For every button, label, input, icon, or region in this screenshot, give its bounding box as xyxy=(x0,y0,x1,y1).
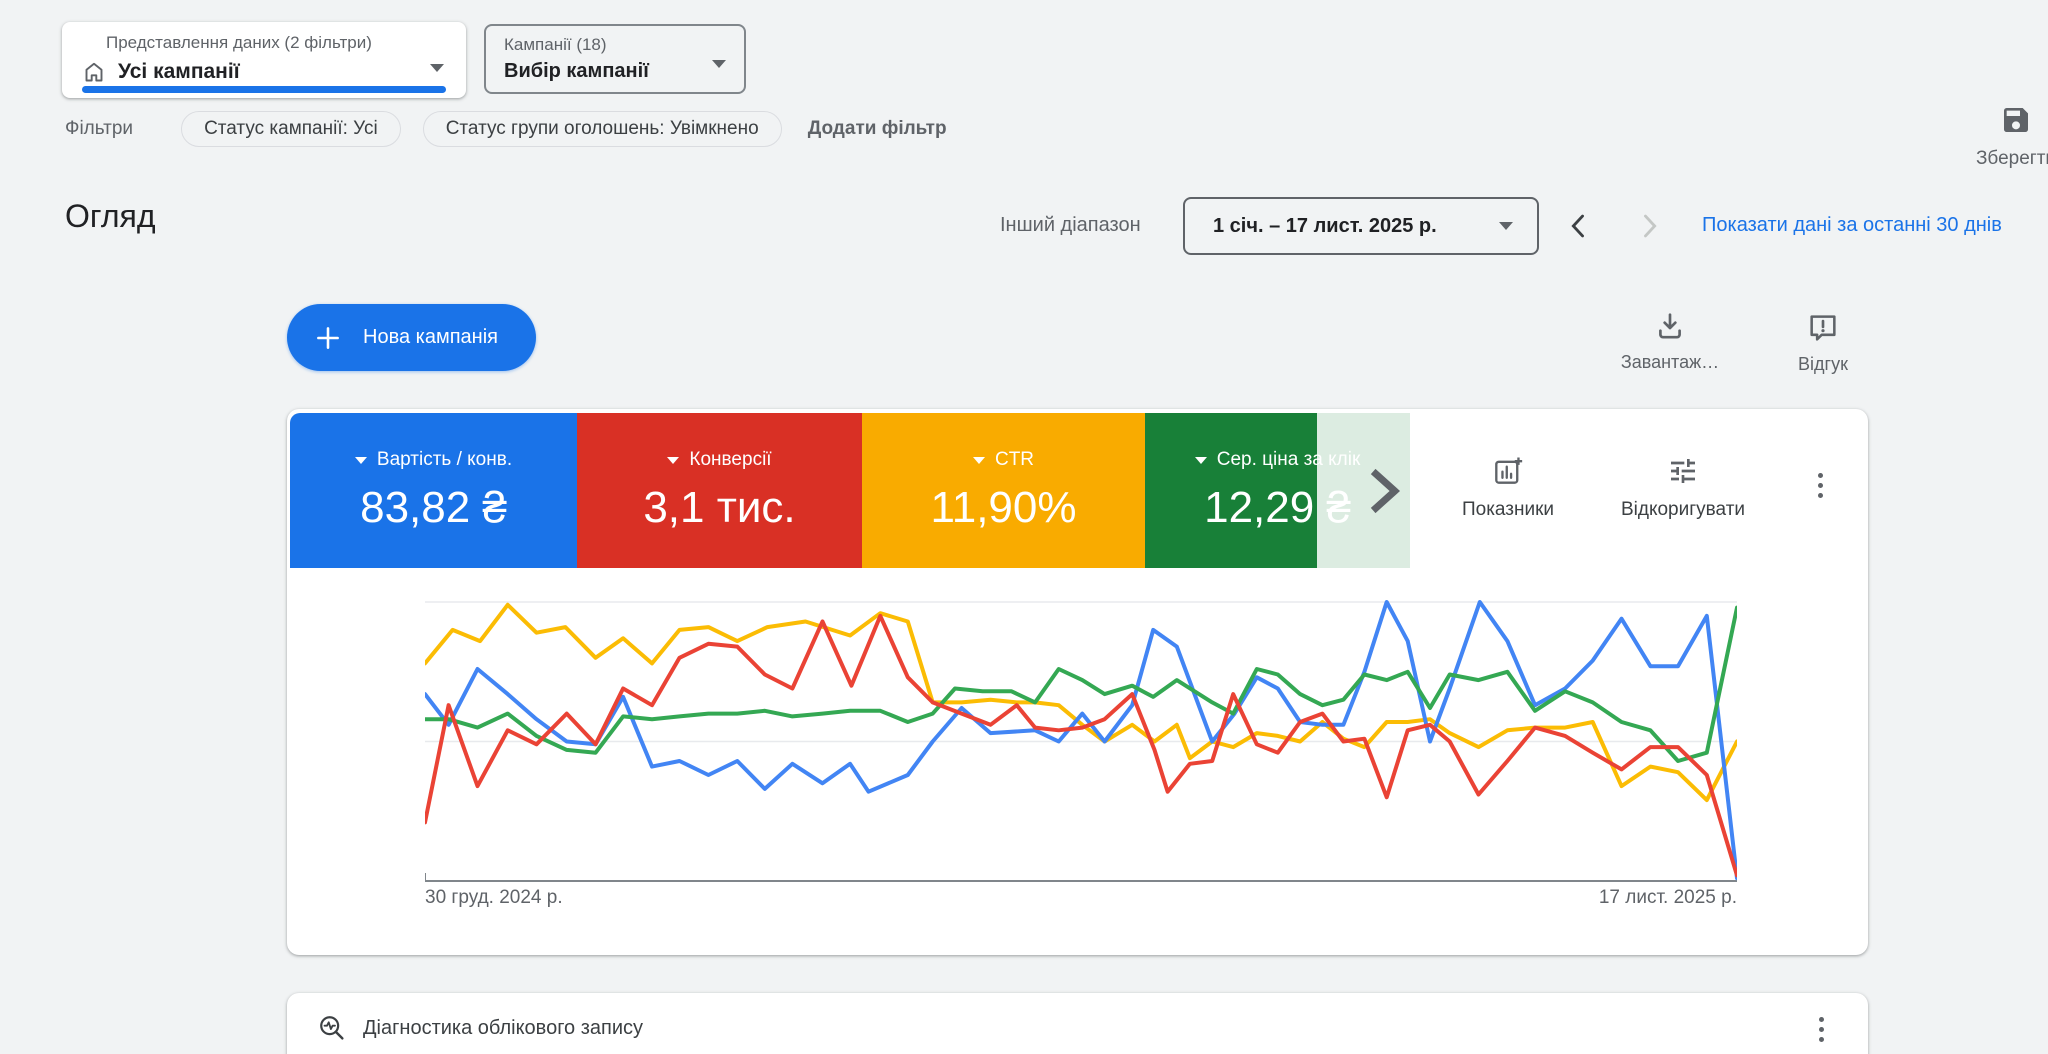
filter-chip-campaign-status[interactable]: Статус кампанії: Усі xyxy=(181,111,401,147)
scorecards-scroll-right-button[interactable] xyxy=(1317,413,1410,568)
feedback-icon xyxy=(1807,312,1839,344)
x-axis-end-label: 17 лист. 2025 р. xyxy=(425,887,1737,909)
scorecard-label: Вартість / конв. xyxy=(377,449,512,471)
campaign-selector-label: Кампанії (18) xyxy=(504,35,607,55)
account-diagnostics-card[interactable]: Діагностика облікового запису xyxy=(287,993,1868,1054)
metrics-chart-icon xyxy=(1492,455,1524,487)
data-view-selector[interactable]: Представлення даних (2 фільтри) Усі камп… xyxy=(62,22,466,98)
diagnostics-search-icon xyxy=(317,1013,346,1042)
diagnostics-title: Діагностика облікового запису xyxy=(363,1017,643,1040)
data-view-value: Усі кампанії xyxy=(118,60,240,84)
new-campaign-button[interactable]: Нова кампанія xyxy=(287,304,536,371)
adjust-button[interactable]: Відкоригувати xyxy=(1593,455,1773,521)
scorecard-value: 83,82 ₴ xyxy=(290,483,577,533)
caret-down-icon xyxy=(667,457,679,464)
scorecard-label: Конверсії xyxy=(689,449,771,471)
scorecard-ctr[interactable]: CTR 11,90% xyxy=(862,413,1145,568)
overview-chart[interactable] xyxy=(425,592,1737,884)
save-icon xyxy=(2000,104,2032,136)
scorecard-value: 11,90% xyxy=(862,483,1145,533)
overview-metrics-card: Вартість / конв. 83,82 ₴ Конверсії 3,1 т… xyxy=(287,409,1868,955)
google-ads-overview-page: Представлення даних (2 фільтри) Усі камп… xyxy=(0,0,2048,1054)
metrics-button[interactable]: Показники xyxy=(1438,455,1578,521)
tune-icon xyxy=(1667,455,1699,487)
caret-down-icon xyxy=(973,457,985,464)
data-view-label: Представлення даних (2 фільтри) xyxy=(106,33,372,53)
download-icon xyxy=(1654,310,1686,342)
campaign-selector[interactable]: Кампанії (18) Вибір кампанії xyxy=(484,24,746,94)
add-filter-button[interactable]: Додати фільтр xyxy=(808,118,947,140)
download-button[interactable]: Завантаж… xyxy=(1612,310,1728,373)
save-label: Зберегти xyxy=(1976,148,2048,170)
chevron-right-icon xyxy=(1358,460,1410,522)
diagnostics-menu-button[interactable] xyxy=(1815,1013,1828,1046)
caret-down-icon xyxy=(1195,457,1207,464)
date-range-value: 1 січ. – 17 лист. 2025 р. xyxy=(1213,215,1499,238)
new-campaign-label: Нова кампанія xyxy=(363,326,498,349)
adjust-label: Відкоригувати xyxy=(1621,499,1745,521)
chevron-down-icon xyxy=(712,60,726,68)
caret-down-icon xyxy=(355,457,367,464)
scorecard-conversions[interactable]: Конверсії 3,1 тис. xyxy=(577,413,862,568)
metrics-label: Показники xyxy=(1462,499,1554,521)
campaign-selector-value: Вибір кампанії xyxy=(504,60,649,83)
download-label: Завантаж… xyxy=(1621,352,1719,373)
next-range-button[interactable] xyxy=(1632,208,1666,244)
scorecard-value: 3,1 тис. xyxy=(577,483,862,533)
card-menu-button[interactable] xyxy=(1814,469,1827,502)
feedback-label: Відгук xyxy=(1798,354,1848,375)
scorecard-cost-per-conversion[interactable]: Вартість / конв. 83,82 ₴ xyxy=(290,413,577,568)
chevron-down-icon xyxy=(1499,222,1513,230)
scorecard-label: CTR xyxy=(995,449,1034,471)
show-last-30-days-link[interactable]: Показати дані за останні 30 днів xyxy=(1702,214,2002,237)
other-range-label: Інший діапазон xyxy=(1000,214,1141,237)
date-range-picker[interactable]: 1 січ. – 17 лист. 2025 р. xyxy=(1183,197,1539,255)
filter-chip-adgroup-status[interactable]: Статус групи оголошень: Увімкнено xyxy=(423,111,782,147)
previous-range-button[interactable] xyxy=(1562,208,1596,244)
feedback-button[interactable]: Відгук xyxy=(1768,312,1878,375)
home-icon xyxy=(82,60,106,84)
save-button[interactable]: Зберегти xyxy=(1960,104,2048,170)
chevron-down-icon xyxy=(430,64,444,72)
filter-bar: Фільтри Статус кампанії: Усі Статус груп… xyxy=(65,110,947,148)
active-tab-underline xyxy=(82,86,446,93)
plus-icon xyxy=(313,323,343,353)
page-title: Огляд xyxy=(65,198,156,235)
filters-label: Фільтри xyxy=(65,118,133,140)
